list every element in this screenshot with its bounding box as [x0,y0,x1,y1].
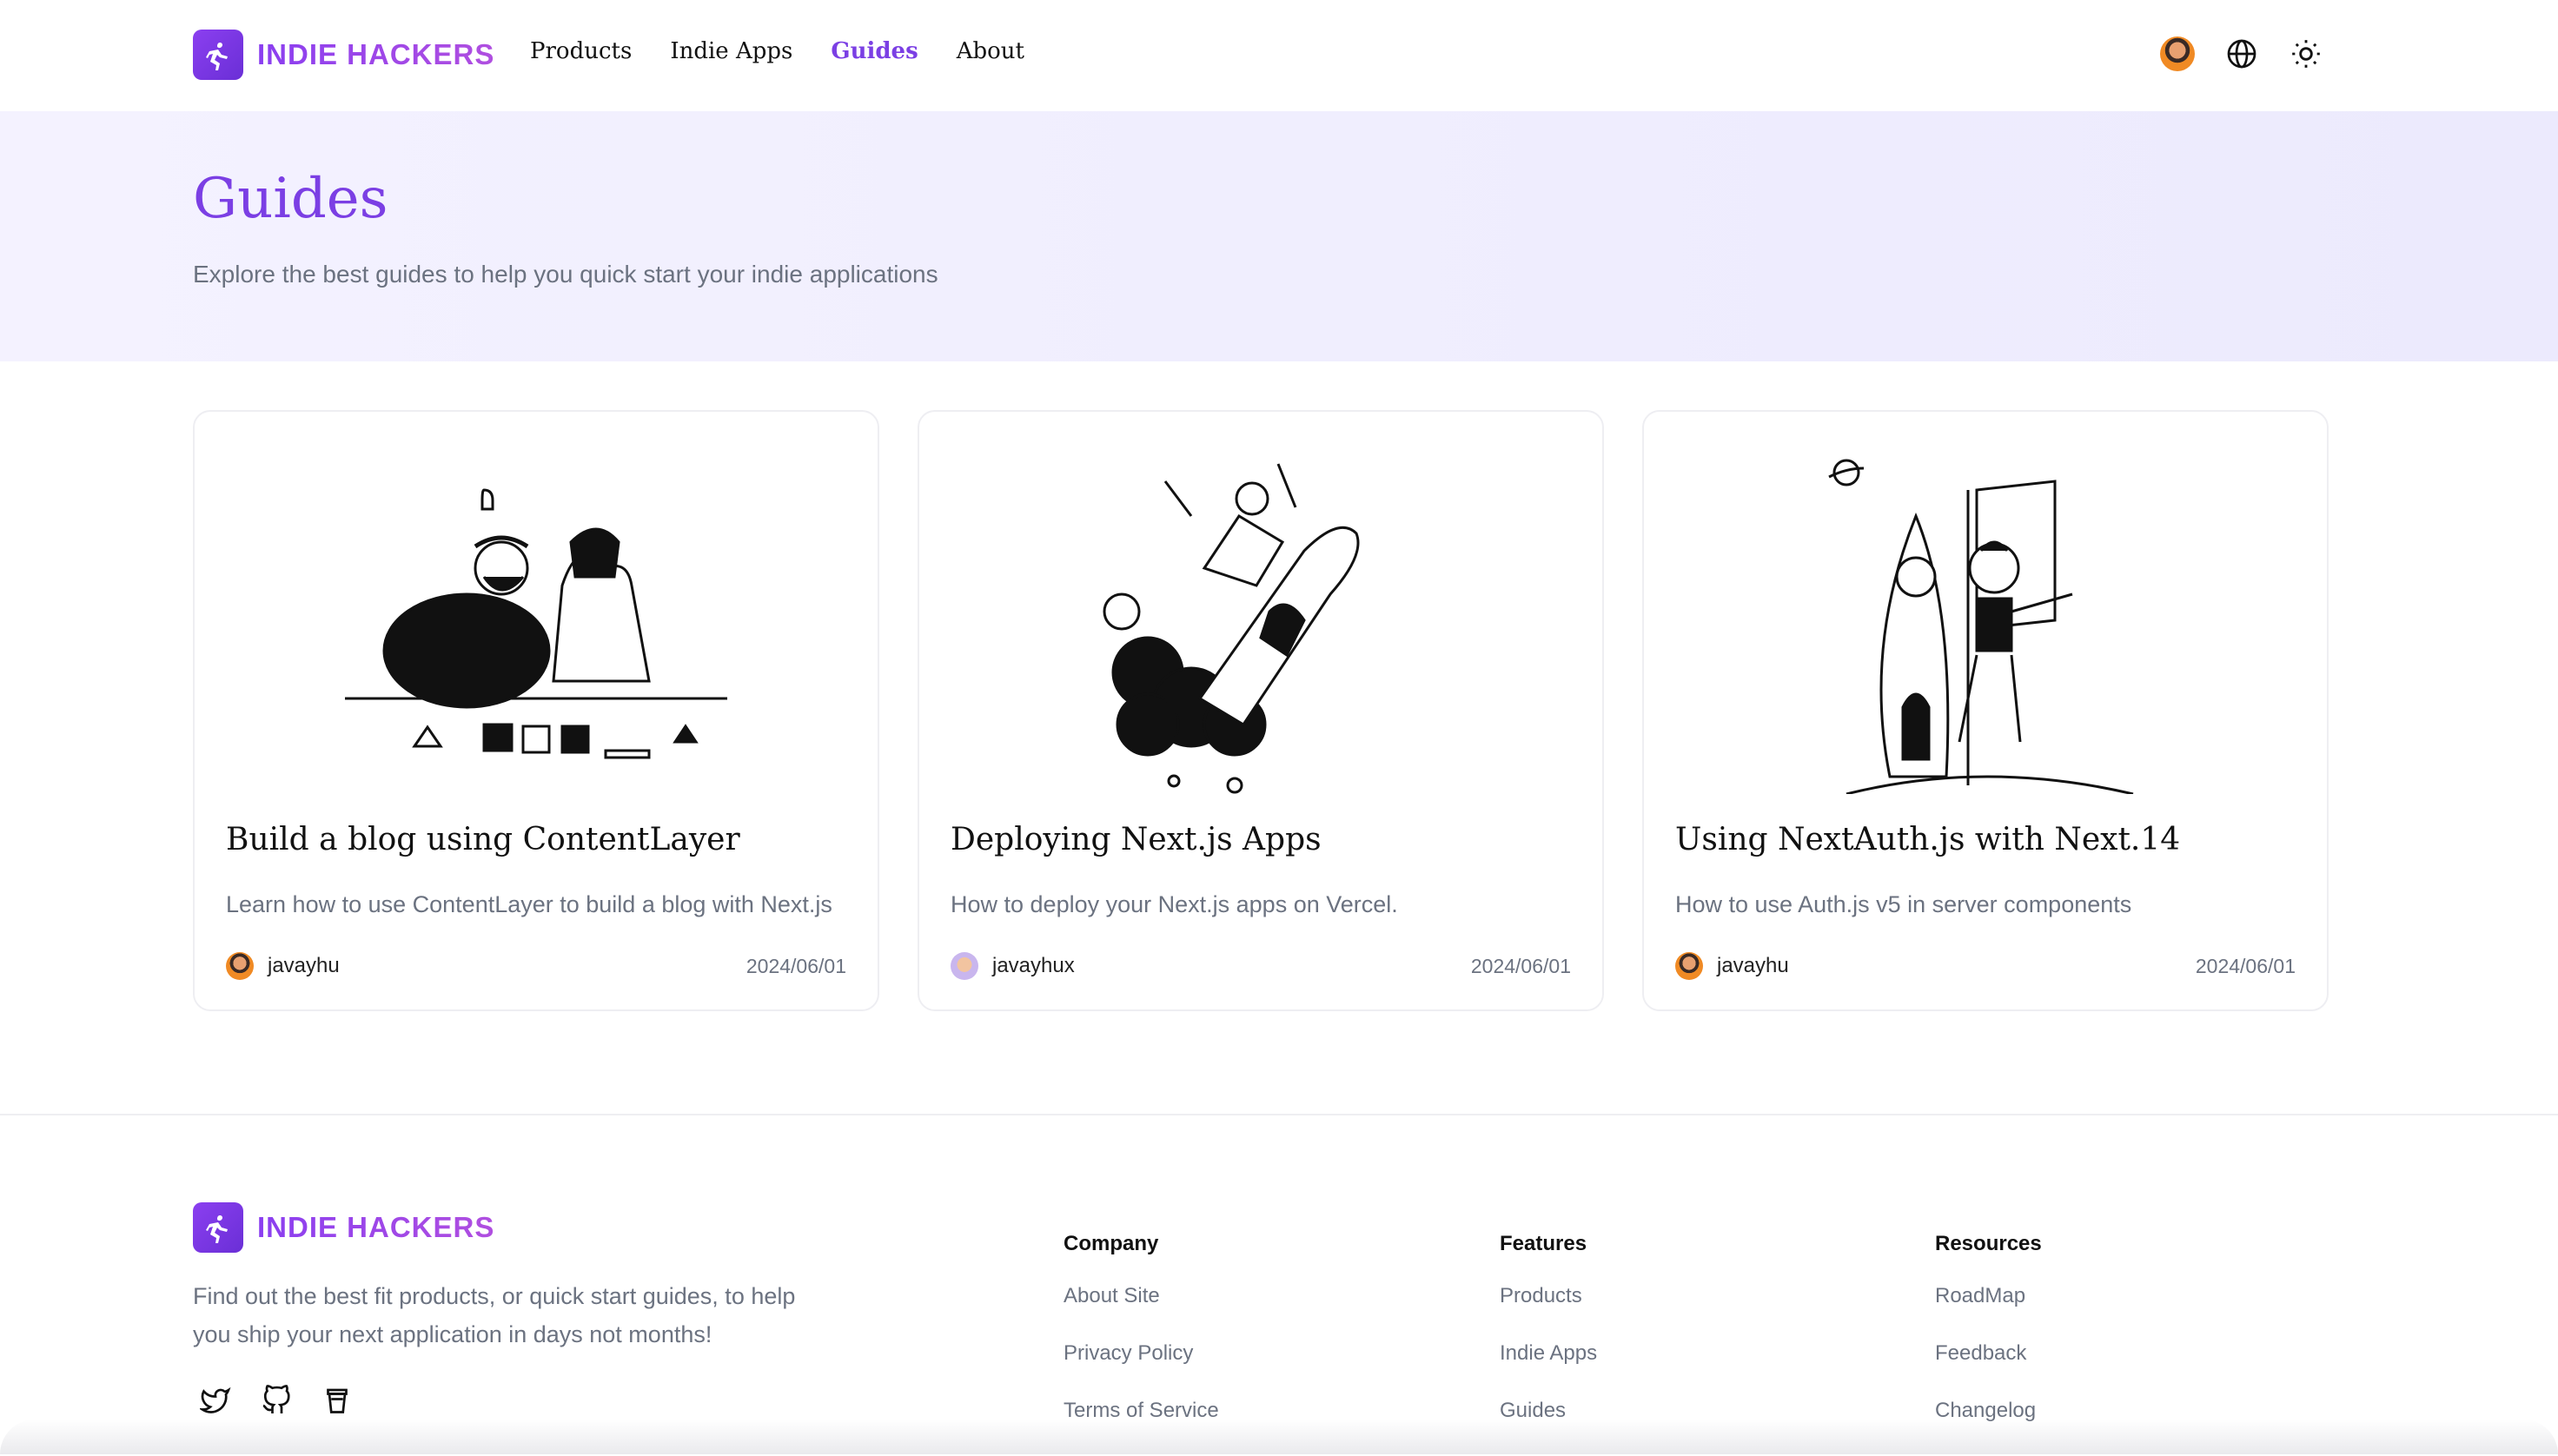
footer-link-roadmap[interactable]: RoadMap [1935,1284,2042,1308]
site-header: INDIE HACKERS Products Indie Apps Guides… [0,0,2558,111]
footer-heading: Resources [1935,1232,2042,1255]
footer-heading: Features [1500,1232,1587,1255]
author: javayhu [226,952,340,980]
brand-logo[interactable]: INDIE HACKERS [193,30,494,80]
author: javayhux [951,952,1075,980]
guide-illustration [1644,447,2327,811]
guide-description: How to deploy your Next.js apps on Verce… [951,891,1398,917]
guide-card[interactable]: Using NextAuth.js with Next.14 How to us… [1642,410,2329,1011]
guide-description: Learn how to use ContentLayer to build a… [226,891,832,917]
guide-title[interactable]: Build a blog using ContentLayer [226,822,740,857]
guide-date: 2024/06/01 [2195,954,2296,977]
twitter-icon[interactable] [198,1383,233,1418]
footer-link-about-site[interactable]: About Site [1064,1284,1219,1308]
nav-guides[interactable]: Guides [831,38,918,64]
guide-card[interactable]: Deploying Next.js Apps How to deploy you… [918,410,1604,1011]
guide-description: How to use Auth.js v5 in server componen… [1675,891,2132,917]
github-icon[interactable] [259,1383,294,1418]
footer-link-feedback[interactable]: Feedback [1935,1341,2042,1366]
guide-title[interactable]: Deploying Next.js Apps [951,822,1322,857]
footer-link-products[interactable]: Products [1500,1284,1597,1308]
author-name: javayhux [992,954,1075,977]
footer-link-privacy[interactable]: Privacy Policy [1064,1341,1219,1366]
author-avatar [226,952,254,980]
guide-title[interactable]: Using NextAuth.js with Next.14 [1675,822,2180,857]
footer-logo[interactable]: INDIE HACKERS [193,1202,494,1253]
author: javayhu [1675,952,1789,980]
logo-icon [193,30,243,80]
logo-icon [193,1202,243,1253]
guide-date: 2024/06/01 [1470,954,1571,977]
nav-indie-apps[interactable]: Indie Apps [670,38,792,64]
footer-heading: Company [1064,1232,1159,1255]
sun-icon[interactable] [2287,35,2325,73]
footer-about: Find out the best fit products, or quick… [193,1283,796,1347]
social-links [198,1383,355,1418]
brand-name: INDIE HACKERS [257,38,495,70]
author-name: javayhu [268,954,340,977]
main-nav: Products Indie Apps Guides About [530,38,1024,64]
brand-name: INDIE HACKERS [257,1211,495,1243]
guide-illustration [919,447,1602,811]
guides-grid: Build a blog using ContentLayer Learn ho… [193,410,2329,1011]
footer-divider [0,1114,2558,1115]
guide-card[interactable]: Build a blog using ContentLayer Learn ho… [193,410,879,1011]
page-title: Guides [193,167,388,231]
author-avatar [951,952,978,980]
hero-banner: Guides Explore the best guides to help y… [0,111,2558,361]
coffee-icon[interactable] [320,1383,355,1418]
guide-illustration [195,447,878,811]
user-avatar[interactable] [2158,35,2197,73]
author-avatar [1675,952,1703,980]
guide-date: 2024/06/01 [746,954,846,977]
bottom-fade [0,1420,2558,1454]
nav-products[interactable]: Products [530,38,632,64]
footer-link-indie-apps[interactable]: Indie Apps [1500,1341,1597,1366]
page-subtitle: Explore the best guides to help you quic… [193,261,938,288]
author-name: javayhu [1717,954,1789,977]
nav-about[interactable]: About [957,38,1024,64]
globe-icon[interactable] [2223,35,2261,73]
